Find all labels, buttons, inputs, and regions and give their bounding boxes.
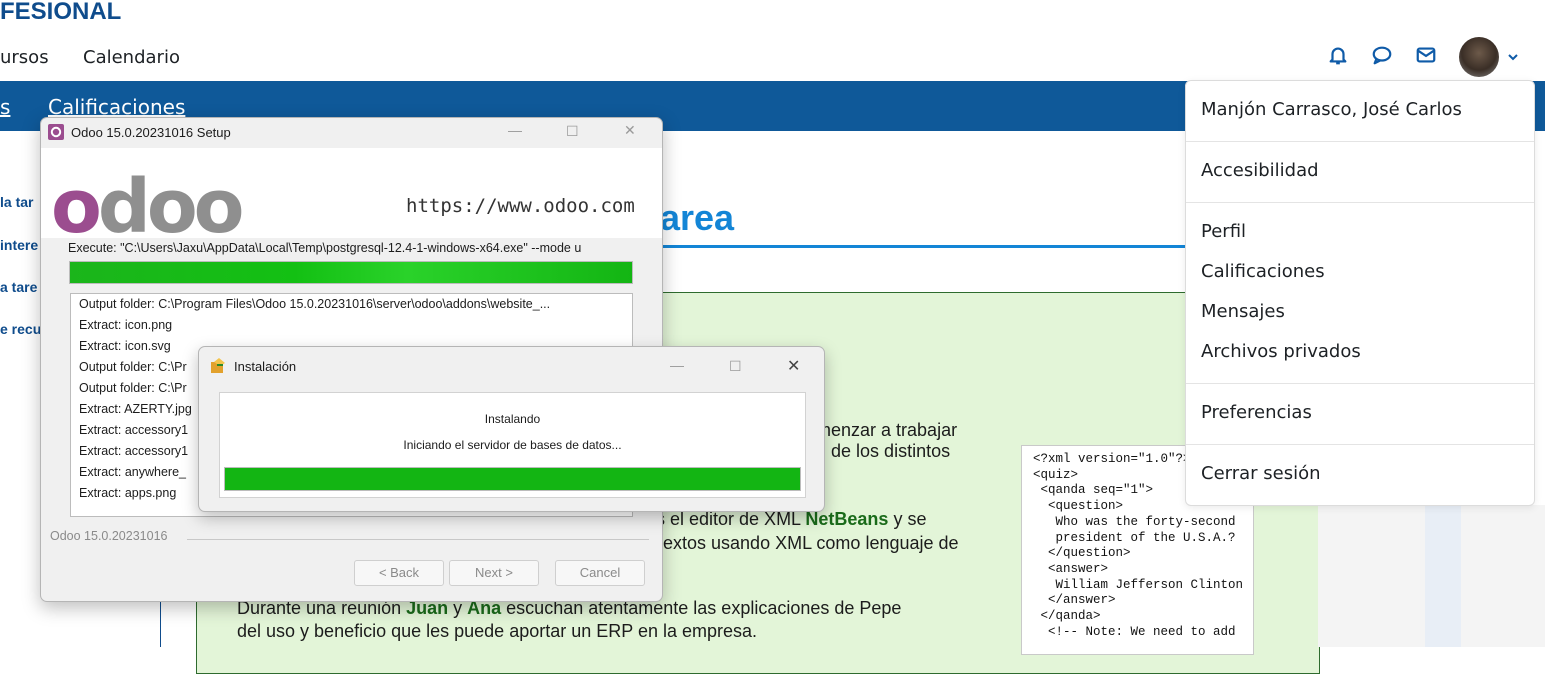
install-status: Instalando — [484, 412, 541, 426]
subnav-calificaciones[interactable]: Calificaciones — [48, 95, 185, 119]
minimize-icon[interactable]: — — [508, 122, 522, 138]
paragraph-line: omenzar a trabajar — [806, 420, 958, 440]
odoo-logo: odoo — [51, 164, 244, 250]
header-icons — [1327, 33, 1519, 81]
menu-item-mensajes[interactable]: Mensajes — [1201, 301, 1285, 322]
paragraph-line: extos usando XML como lenguaje de — [663, 533, 959, 553]
setup-progress-bar — [69, 261, 633, 284]
user-menu-name[interactable]: Manjón Carrasco, José Carlos — [1201, 99, 1462, 120]
minimize-icon[interactable]: — — [670, 357, 684, 373]
maximize-icon[interactable]: ☐ — [729, 358, 742, 375]
install-panel: Instalando Iniciando el servidor de base… — [219, 392, 806, 498]
menu-item-preferencias[interactable]: Preferencias — [1201, 402, 1312, 423]
user-menu-dropdown: Manjón Carrasco, José Carlos Accesibilid… — [1185, 80, 1535, 506]
chevron-down-icon[interactable] — [1507, 48, 1519, 67]
title-underline — [660, 245, 1186, 248]
menu-item-accesibilidad[interactable]: Accesibilidad — [1201, 160, 1319, 181]
nav-cursos[interactable]: ursos — [0, 47, 49, 68]
menu-item-archivos-privados[interactable]: Archivos privados — [1201, 341, 1361, 362]
menu-divider — [1186, 141, 1534, 142]
nav-calendario[interactable]: Calendario — [83, 47, 180, 68]
next-button[interactable]: Next > — [449, 560, 539, 586]
paragraph-line: s el editor de XML NetBeans y se — [656, 509, 927, 529]
paragraph-line: ón de los distintos — [806, 441, 951, 461]
back-button[interactable]: < Back — [354, 560, 444, 586]
leftnav-item[interactable]: la tar — [0, 194, 33, 210]
leftnav-item[interactable]: e recu — [0, 321, 41, 337]
cancel-button[interactable]: Cancel — [555, 560, 645, 586]
log-line: Extract: icon.png — [79, 318, 173, 332]
bell-icon[interactable] — [1327, 44, 1349, 71]
subnav-item[interactable]: s — [0, 95, 10, 119]
leftnav-item[interactable]: intere — [0, 237, 38, 253]
install-progress-bar — [224, 467, 801, 491]
close-icon[interactable]: ✕ — [787, 356, 800, 376]
side-area-accent — [1425, 505, 1461, 647]
close-icon[interactable]: ✕ — [624, 122, 636, 139]
menu-divider — [1186, 383, 1534, 384]
paragraph-line: del uso y beneficio que les puede aporta… — [237, 621, 758, 641]
avatar[interactable] — [1459, 37, 1499, 77]
chat-icon[interactable] — [1371, 44, 1393, 71]
setup-titlebar[interactable]: Odoo 15.0.20231016 Setup — ☐ ✕ — [41, 118, 662, 148]
setup-header-banner: odoo https://www.odoo.com — [41, 148, 662, 244]
execute-line: Execute: "C:\Users\Jaxu\AppData\Local\Te… — [68, 241, 582, 255]
footer-divider — [187, 539, 649, 540]
installer-icon — [209, 357, 227, 380]
leftnav-item[interactable]: a tare — [0, 279, 37, 295]
odoo-app-icon — [48, 124, 64, 140]
odoo-url: https://www.odoo.com — [406, 195, 635, 217]
menu-divider — [1186, 202, 1534, 203]
log-line: Output folder: C:\Program Files\Odoo 15.… — [79, 297, 551, 311]
setup-footer-label: Odoo 15.0.20231016 — [50, 529, 168, 543]
menu-item-cerrar-sesion[interactable]: Cerrar sesión — [1201, 463, 1321, 484]
maximize-icon[interactable]: ☐ — [566, 123, 579, 140]
site-brand[interactable]: FESIONAL — [0, 0, 121, 26]
divider — [160, 600, 161, 647]
page-title: area — [660, 197, 735, 238]
menu-item-calificaciones[interactable]: Calificaciones — [1201, 261, 1325, 282]
setup-window-title: Odoo 15.0.20231016 Setup — [71, 125, 231, 140]
menu-divider — [1186, 444, 1534, 445]
install-dialog: Instalación — ☐ ✕ Instalando Iniciando e… — [198, 346, 825, 512]
install-dialog-title: Instalación — [234, 359, 297, 374]
menu-item-perfil[interactable]: Perfil — [1201, 221, 1246, 242]
mail-icon[interactable] — [1415, 44, 1437, 71]
install-detail: Iniciando el servidor de bases de datos.… — [403, 438, 622, 452]
